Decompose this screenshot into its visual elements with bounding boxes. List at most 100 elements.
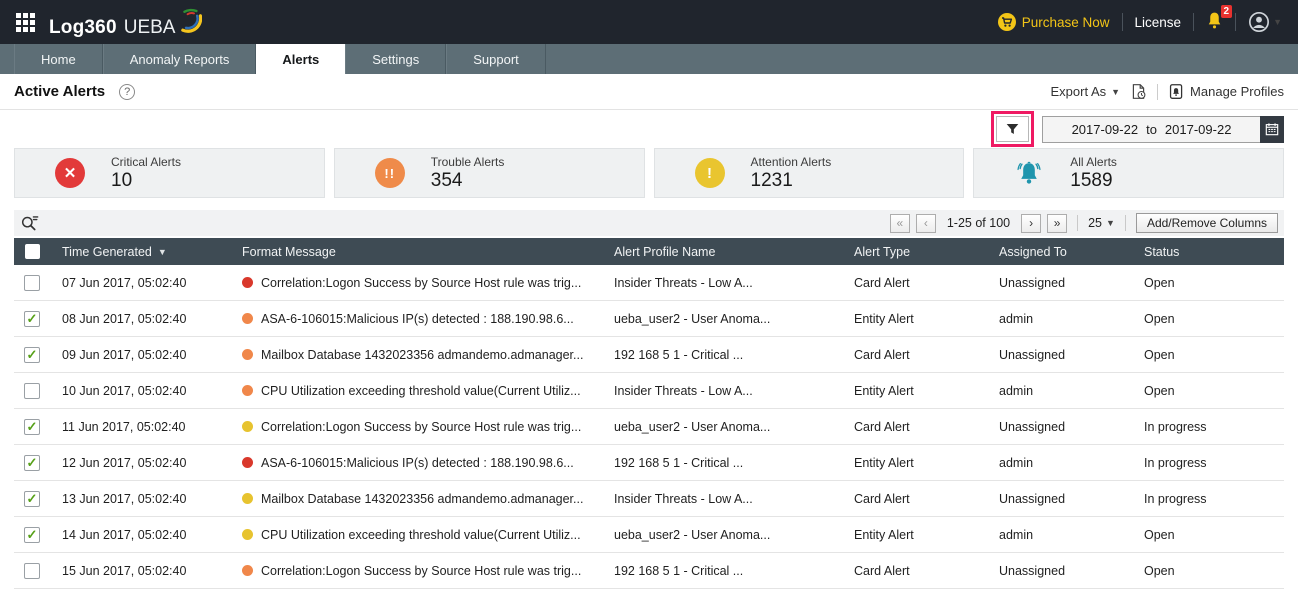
- filter-funnel-icon: [1005, 122, 1020, 136]
- assigned-to-cell: Unassigned: [999, 276, 1144, 290]
- time-generated-cell: 10 Jun 2017, 05:02:40: [62, 384, 242, 398]
- critical-x-icon: ✕: [55, 158, 85, 188]
- column-status[interactable]: Status: [1144, 245, 1284, 259]
- format-message-cell[interactable]: Mailbox Database 1432023356 admandemo.ad…: [261, 348, 583, 362]
- brand-suffix: UEBA: [124, 17, 176, 39]
- column-alert-type[interactable]: Alert Type: [854, 245, 999, 259]
- chevron-down-icon: ▼: [1106, 218, 1115, 228]
- format-message-cell[interactable]: Correlation:Logon Success by Source Host…: [261, 276, 581, 290]
- purchase-now-link[interactable]: Purchase Now: [997, 12, 1110, 32]
- column-assigned-to[interactable]: Assigned To: [999, 245, 1144, 259]
- tab-anomaly-reports[interactable]: Anomaly Reports: [103, 44, 257, 74]
- alert-profile-name-cell: ueba_user2 - User Anoma...: [614, 312, 854, 326]
- severity-dot-icon: [242, 565, 253, 576]
- row-checkbox[interactable]: ✓: [24, 527, 40, 543]
- manage-profiles-label: Manage Profiles: [1190, 84, 1284, 99]
- select-all-checkbox[interactable]: [25, 244, 40, 259]
- table-row: ✓ 08 Jun 2017, 05:02:40 ASA-6-106015:Malic…: [14, 301, 1284, 337]
- tab-support[interactable]: Support: [446, 44, 546, 74]
- severity-dot-icon: [242, 457, 253, 468]
- license-link[interactable]: License: [1135, 15, 1182, 30]
- export-as-label: Export As: [1050, 84, 1106, 99]
- card-value: 1231: [751, 170, 832, 192]
- export-as-button[interactable]: Export As ▼: [1050, 84, 1120, 99]
- critical-alerts-card[interactable]: ✕ Critical Alerts 10: [14, 148, 325, 198]
- row-checkbox[interactable]: ✓: [24, 491, 40, 507]
- time-generated-cell: 13 Jun 2017, 05:02:40: [62, 492, 242, 506]
- tab-settings[interactable]: Settings: [345, 44, 446, 74]
- severity-dot-icon: [242, 349, 253, 360]
- format-message-cell[interactable]: ASA-6-106015:Malicious IP(s) detected : …: [261, 312, 574, 326]
- all-alerts-card[interactable]: All Alerts 1589: [973, 148, 1284, 198]
- last-page-button[interactable]: »: [1047, 214, 1067, 233]
- user-menu-button[interactable]: ▼: [1248, 11, 1282, 33]
- format-message-cell[interactable]: Correlation:Logon Success by Source Host…: [261, 420, 581, 434]
- filter-highlight-box: [991, 111, 1034, 147]
- row-checkbox[interactable]: [24, 563, 40, 579]
- format-message-cell[interactable]: Correlation:Logon Success by Source Host…: [261, 564, 581, 578]
- row-checkbox[interactable]: ✓: [24, 455, 40, 471]
- format-message-cell[interactable]: Mailbox Database 1432023356 admandemo.ad…: [261, 492, 583, 506]
- attention-alerts-card[interactable]: ! Attention Alerts 1231: [654, 148, 965, 198]
- page-size-select[interactable]: 25 ▼: [1088, 216, 1115, 230]
- time-generated-cell: 09 Jun 2017, 05:02:40: [62, 348, 242, 362]
- notifications-button[interactable]: 2: [1206, 11, 1223, 34]
- alert-type-cell: Card Alert: [854, 276, 999, 290]
- next-page-button[interactable]: ›: [1021, 214, 1041, 233]
- manage-profiles-button[interactable]: Manage Profiles: [1168, 83, 1284, 100]
- header-separator: [1157, 84, 1158, 100]
- severity-dot-icon: [242, 529, 253, 540]
- date-from: 2017-09-22: [1072, 122, 1139, 137]
- column-time-generated[interactable]: Time Generated ▼: [62, 245, 242, 259]
- severity-dot-icon: [242, 421, 253, 432]
- first-page-button[interactable]: «: [890, 214, 910, 233]
- time-generated-cell: 08 Jun 2017, 05:02:40: [62, 312, 242, 326]
- alert-type-cell: Card Alert: [854, 348, 999, 362]
- trouble-alerts-card[interactable]: !! Trouble Alerts 354: [334, 148, 645, 198]
- table-toolbar: « ‹ 1-25 of 100 › » 25 ▼ Add/Remove Colu…: [14, 210, 1284, 236]
- time-generated-cell: 07 Jun 2017, 05:02:40: [62, 276, 242, 290]
- topbar-separator: [1122, 13, 1123, 31]
- prev-page-button[interactable]: ‹: [916, 214, 936, 233]
- severity-dot-icon: [242, 277, 253, 288]
- tab-home[interactable]: Home: [14, 44, 103, 74]
- row-checkbox[interactable]: ✓: [24, 419, 40, 435]
- alert-type-cell: Card Alert: [854, 492, 999, 506]
- time-generated-cell: 11 Jun 2017, 05:02:40: [62, 420, 242, 434]
- tab-alerts[interactable]: Alerts: [256, 44, 345, 74]
- top-bar: Log360 UEBA Purchase Now License: [0, 0, 1298, 44]
- alert-type-cell: Entity Alert: [854, 528, 999, 542]
- assigned-to-cell: admin: [999, 456, 1144, 470]
- search-columns-icon[interactable]: [20, 214, 39, 232]
- card-label: Critical Alerts: [111, 155, 181, 169]
- status-cell: Open: [1144, 312, 1284, 326]
- row-checkbox[interactable]: ✓: [24, 347, 40, 363]
- help-icon[interactable]: ?: [119, 84, 135, 100]
- alert-type-cell: Entity Alert: [854, 384, 999, 398]
- toolbar-separator: [1077, 215, 1078, 231]
- assigned-to-cell: Unassigned: [999, 492, 1144, 506]
- alert-type-cell: Card Alert: [854, 564, 999, 578]
- date-range-field[interactable]: 2017-09-22 to 2017-09-22: [1042, 116, 1260, 143]
- status-cell: Open: [1144, 276, 1284, 290]
- status-cell: Open: [1144, 348, 1284, 362]
- status-cell: In progress: [1144, 456, 1284, 470]
- filter-button[interactable]: [996, 116, 1029, 142]
- row-checkbox[interactable]: [24, 275, 40, 291]
- calendar-button[interactable]: [1260, 116, 1284, 143]
- row-checkbox[interactable]: [24, 383, 40, 399]
- app-launcher-icon[interactable]: [16, 13, 35, 32]
- alert-profile-name-cell: Insider Threats - Low A...: [614, 492, 854, 506]
- format-message-cell[interactable]: CPU Utilization exceeding threshold valu…: [261, 528, 581, 542]
- alert-profile-name-cell: 192 168 5 1 - Critical ...: [614, 564, 854, 578]
- schedule-export-icon[interactable]: [1130, 83, 1147, 100]
- alert-profile-name-cell: 192 168 5 1 - Critical ...: [614, 348, 854, 362]
- format-message-cell[interactable]: ASA-6-106015:Malicious IP(s) detected : …: [261, 456, 574, 470]
- add-remove-columns-button[interactable]: Add/Remove Columns: [1136, 213, 1278, 233]
- table-row: 10 Jun 2017, 05:02:40 CPU Utilization exc…: [14, 373, 1284, 409]
- row-checkbox[interactable]: ✓: [24, 311, 40, 327]
- format-message-cell[interactable]: CPU Utilization exceeding threshold valu…: [261, 384, 581, 398]
- calendar-icon: [1265, 122, 1279, 136]
- column-format-message[interactable]: Format Message: [242, 245, 614, 259]
- column-alert-profile-name[interactable]: Alert Profile Name: [614, 245, 854, 259]
